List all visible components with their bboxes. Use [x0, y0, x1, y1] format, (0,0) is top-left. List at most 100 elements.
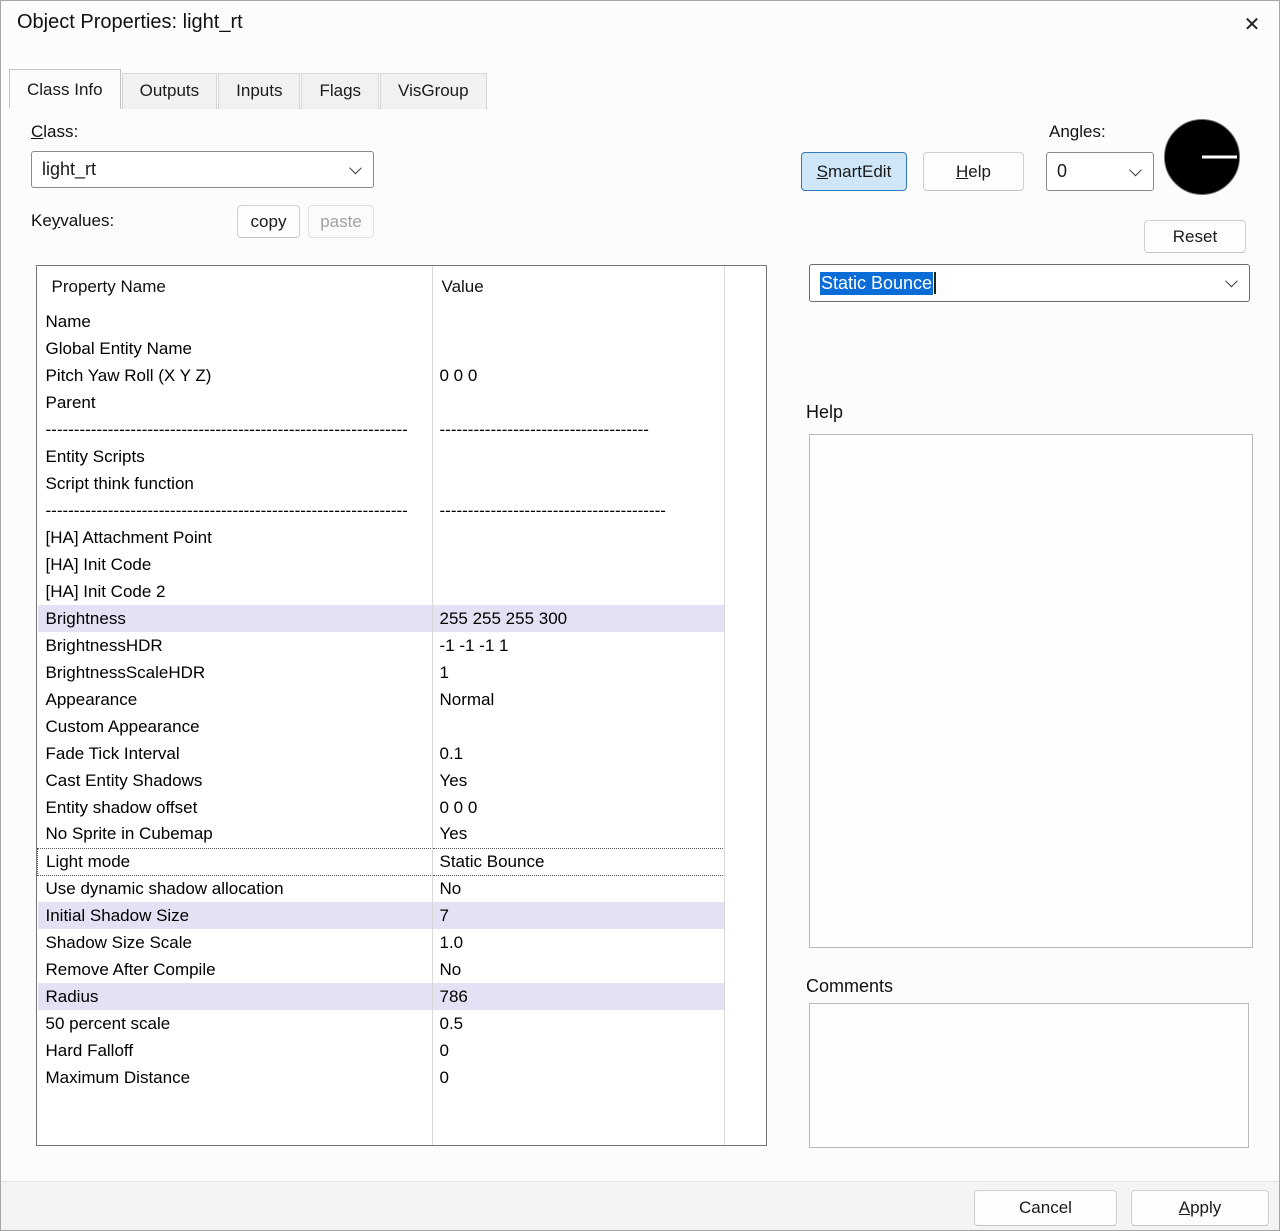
property-value-cell[interactable] [433, 470, 725, 497]
property-row[interactable]: [HA] Init Code [38, 551, 767, 578]
property-name-cell[interactable]: Shadow Size Scale [38, 929, 433, 956]
paste-button[interactable]: paste [308, 205, 374, 238]
property-name-cell[interactable]: ----------------------------------------… [38, 497, 433, 524]
property-value-cell[interactable]: 0 [433, 1037, 725, 1064]
copy-button[interactable]: copy [237, 205, 300, 238]
property-row[interactable]: Remove After CompileNo [38, 956, 767, 983]
property-name-cell[interactable]: ----------------------------------------… [38, 416, 433, 443]
property-row[interactable]: BrightnessScaleHDR1 [38, 659, 767, 686]
property-value-cell[interactable] [433, 308, 725, 335]
property-value-cell[interactable]: 1 [433, 659, 725, 686]
property-name-cell[interactable]: No Sprite in Cubemap [38, 821, 433, 848]
property-row[interactable]: ----------------------------------------… [38, 416, 767, 443]
property-name-cell[interactable]: Pitch Yaw Roll (X Y Z) [38, 362, 433, 389]
property-name-cell[interactable]: Custom Appearance [38, 713, 433, 740]
property-name-cell[interactable]: Hard Falloff [38, 1037, 433, 1064]
property-row[interactable]: Use dynamic shadow allocationNo [38, 875, 767, 902]
property-name-cell[interactable]: BrightnessHDR [38, 632, 433, 659]
tab-visgroup[interactable]: VisGroup [380, 73, 487, 109]
property-name-cell[interactable]: Entity shadow offset [38, 794, 433, 821]
property-row[interactable]: Maximum Distance0 [38, 1064, 767, 1091]
property-row[interactable]: Global Entity Name [38, 335, 767, 362]
smartedit-button[interactable]: SmartEdit [801, 152, 907, 191]
property-name-cell[interactable]: Fade Tick Interval [38, 740, 433, 767]
property-value-cell[interactable]: ------------------------------------- [433, 416, 725, 443]
property-value-cell[interactable] [433, 443, 725, 470]
property-value-cell[interactable] [433, 335, 725, 362]
property-row[interactable]: Name [38, 308, 767, 335]
property-value-cell[interactable]: 0 0 0 [433, 794, 725, 821]
tab-outputs[interactable]: Outputs [122, 73, 218, 109]
property-row[interactable]: Custom Appearance [38, 713, 767, 740]
property-value-cell[interactable]: Normal [433, 686, 725, 713]
property-name-cell[interactable]: Radius [38, 983, 433, 1010]
class-combobox[interactable]: light_rt [31, 151, 374, 188]
property-row[interactable]: Brightness255 255 255 300 [38, 605, 767, 632]
property-row[interactable]: Entity shadow offset0 0 0 [38, 794, 767, 821]
property-row[interactable]: [HA] Init Code 2 [38, 578, 767, 605]
property-name-cell[interactable]: Parent [38, 389, 433, 416]
property-value-cell[interactable]: 0.1 [433, 740, 725, 767]
property-name-cell[interactable]: Light mode [38, 848, 433, 875]
cancel-button[interactable]: Cancel [974, 1190, 1117, 1226]
light-mode-combobox[interactable]: Static Bounce [809, 264, 1250, 302]
property-name-cell[interactable]: Name [38, 308, 433, 335]
property-row[interactable]: Cast Entity ShadowsYes [38, 767, 767, 794]
comments-input[interactable] [809, 1003, 1249, 1148]
property-value-cell[interactable]: ---------------------------------------- [433, 497, 725, 524]
property-value-cell[interactable] [433, 713, 725, 740]
property-row[interactable]: Script think function [38, 470, 767, 497]
property-row[interactable]: ----------------------------------------… [38, 497, 767, 524]
property-value-cell[interactable]: 7 [433, 902, 725, 929]
property-value-cell[interactable]: 0.5 [433, 1010, 725, 1037]
property-row[interactable]: Light modeStatic Bounce [38, 848, 767, 875]
property-name-cell[interactable]: Remove After Compile [38, 956, 433, 983]
property-value-cell[interactable] [433, 524, 725, 551]
property-row[interactable]: AppearanceNormal [38, 686, 767, 713]
property-row[interactable]: Initial Shadow Size7 [38, 902, 767, 929]
property-value-cell[interactable]: No [433, 956, 725, 983]
property-value-cell[interactable] [433, 551, 725, 578]
property-name-cell[interactable]: Global Entity Name [38, 335, 433, 362]
angles-dial[interactable] [1164, 119, 1240, 195]
property-value-cell[interactable] [433, 578, 725, 605]
property-name-cell[interactable]: Cast Entity Shadows [38, 767, 433, 794]
property-row[interactable]: Fade Tick Interval0.1 [38, 740, 767, 767]
property-name-cell[interactable]: Maximum Distance [38, 1064, 433, 1091]
property-value-cell[interactable] [433, 389, 725, 416]
property-row[interactable]: 50 percent scale0.5 [38, 1010, 767, 1037]
property-name-cell[interactable]: Brightness [38, 605, 433, 632]
angles-combobox[interactable]: 0 [1046, 152, 1154, 191]
property-row[interactable]: BrightnessHDR-1 -1 -1 1 [38, 632, 767, 659]
property-name-cell[interactable]: Appearance [38, 686, 433, 713]
property-row[interactable]: Parent [38, 389, 767, 416]
property-value-cell[interactable]: 0 0 0 [433, 362, 725, 389]
property-name-cell[interactable]: Initial Shadow Size [38, 902, 433, 929]
property-value-cell[interactable]: No [433, 875, 725, 902]
property-value-cell[interactable]: Static Bounce [433, 848, 725, 875]
property-value-cell[interactable]: 786 [433, 983, 725, 1010]
property-row[interactable]: Pitch Yaw Roll (X Y Z)0 0 0 [38, 362, 767, 389]
property-row[interactable]: No Sprite in CubemapYes [38, 821, 767, 848]
property-name-cell[interactable]: [HA] Attachment Point [38, 524, 433, 551]
property-name-cell[interactable]: 50 percent scale [38, 1010, 433, 1037]
help-button[interactable]: Help [923, 152, 1024, 191]
property-name-cell[interactable]: [HA] Init Code 2 [38, 578, 433, 605]
property-name-cell[interactable]: [HA] Init Code [38, 551, 433, 578]
property-name-cell[interactable]: BrightnessScaleHDR [38, 659, 433, 686]
property-row[interactable]: [HA] Attachment Point [38, 524, 767, 551]
property-value-cell[interactable]: 0 [433, 1064, 725, 1091]
property-row[interactable]: Hard Falloff0 [38, 1037, 767, 1064]
property-value-cell[interactable]: -1 -1 -1 1 [433, 632, 725, 659]
tab-inputs[interactable]: Inputs [218, 73, 300, 109]
tab-class-info[interactable]: Class Info [9, 69, 121, 109]
tab-flags[interactable]: Flags [301, 73, 379, 109]
property-name-cell[interactable]: Use dynamic shadow allocation [38, 875, 433, 902]
property-value-cell[interactable]: Yes [433, 821, 725, 848]
property-value-cell[interactable]: 255 255 255 300 [433, 605, 725, 632]
apply-button[interactable]: Apply [1131, 1190, 1269, 1226]
property-value-cell[interactable]: 1.0 [433, 929, 725, 956]
property-row[interactable]: Radius786 [38, 983, 767, 1010]
property-row[interactable]: Shadow Size Scale1.0 [38, 929, 767, 956]
property-value-cell[interactable]: Yes [433, 767, 725, 794]
